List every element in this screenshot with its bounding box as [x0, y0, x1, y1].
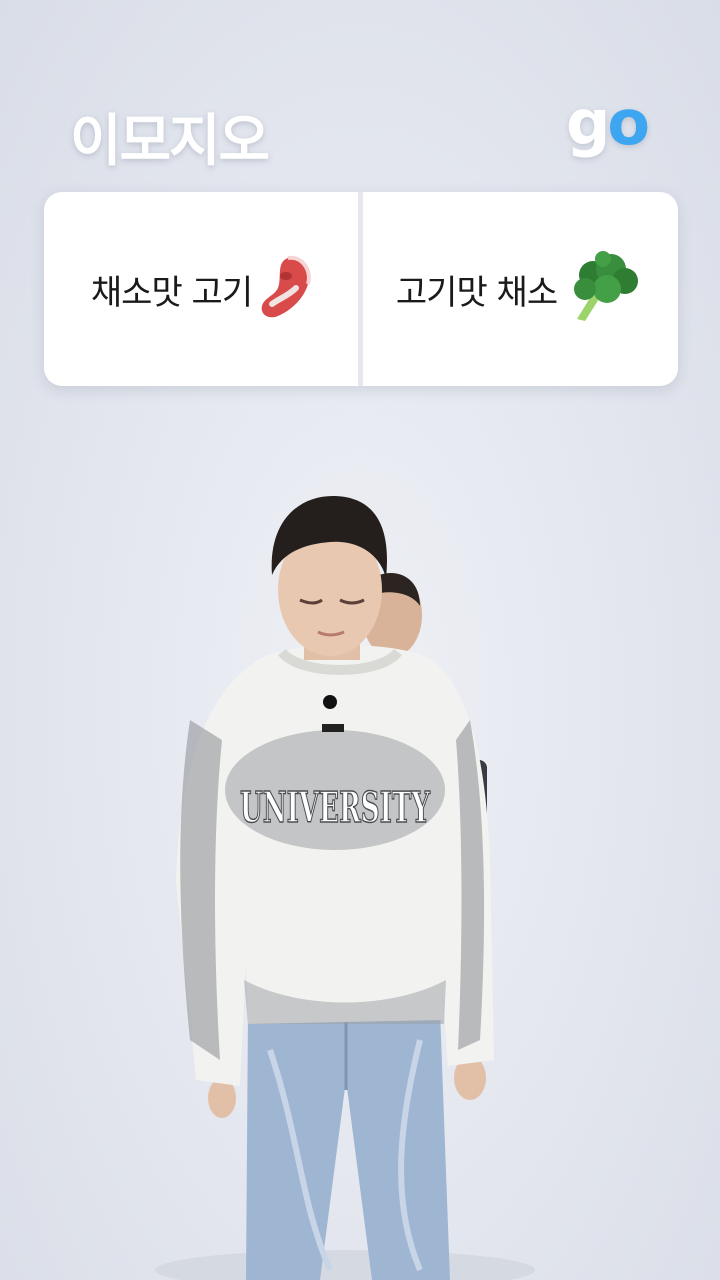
sweater-text: UNIVERSITY	[240, 783, 431, 832]
person-figure: UNIVERSITY	[155, 495, 535, 1280]
video-frame: 이모지오 go 채소맛 고기 고기맛 채소 UNIVERSITY	[0, 0, 720, 1280]
